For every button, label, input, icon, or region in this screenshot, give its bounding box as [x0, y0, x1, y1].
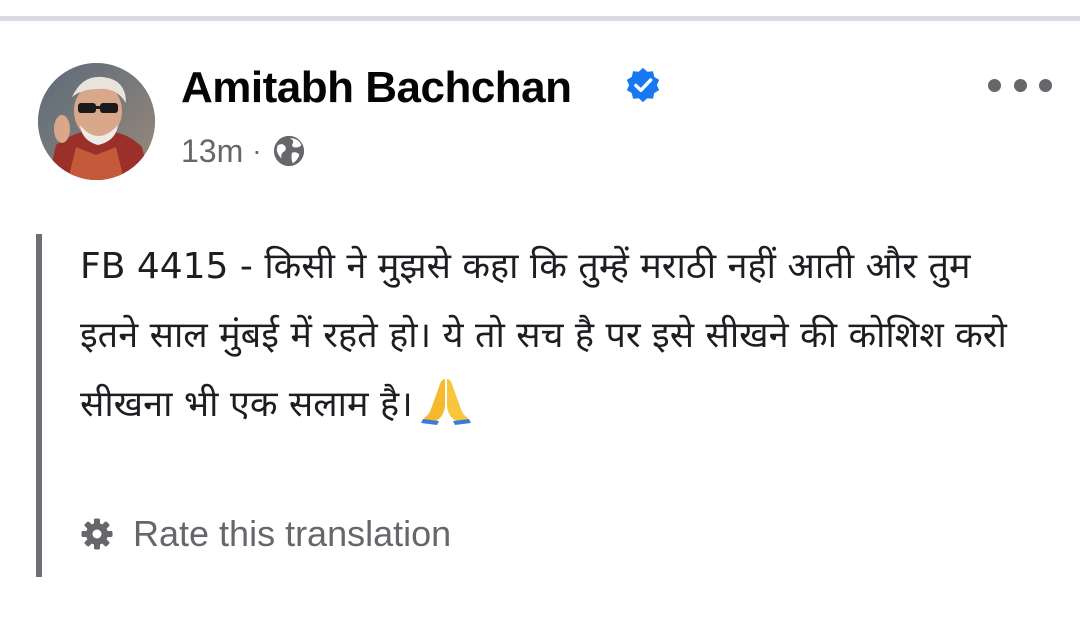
gear-icon	[81, 518, 113, 550]
author-name[interactable]: Amitabh Bachchan	[181, 62, 572, 114]
more-dot	[1039, 78, 1052, 92]
avatar-image	[38, 63, 155, 180]
globe-icon[interactable]	[272, 134, 306, 168]
rate-translation-button[interactable]: Rate this translation	[80, 510, 451, 558]
more-dot	[1013, 78, 1027, 92]
translation-quote-bar	[36, 234, 42, 577]
post-timestamp[interactable]: 13m	[181, 133, 243, 170]
verified-badge-icon	[626, 67, 660, 103]
post-meta: 13m ·	[181, 131, 306, 171]
more-options-icon[interactable]	[988, 68, 1052, 102]
post-text: FB 4415 - किसी ने मुझसे कहा कि तुम्हें म…	[80, 246, 1007, 425]
rate-translation-label: Rate this translation	[133, 513, 452, 554]
more-dot	[988, 78, 1001, 92]
top-divider	[0, 16, 1080, 21]
meta-separator: ·	[252, 135, 262, 166]
folded-hands-emoji	[420, 379, 471, 425]
author-avatar[interactable]	[38, 63, 155, 180]
post-body: FB 4415 - किसी ने मुझसे कहा कि तुम्हें म…	[80, 232, 1020, 439]
facebook-post: Amitabh Bachchan 13m · FB 4415 - किसी ने…	[0, 0, 1080, 619]
